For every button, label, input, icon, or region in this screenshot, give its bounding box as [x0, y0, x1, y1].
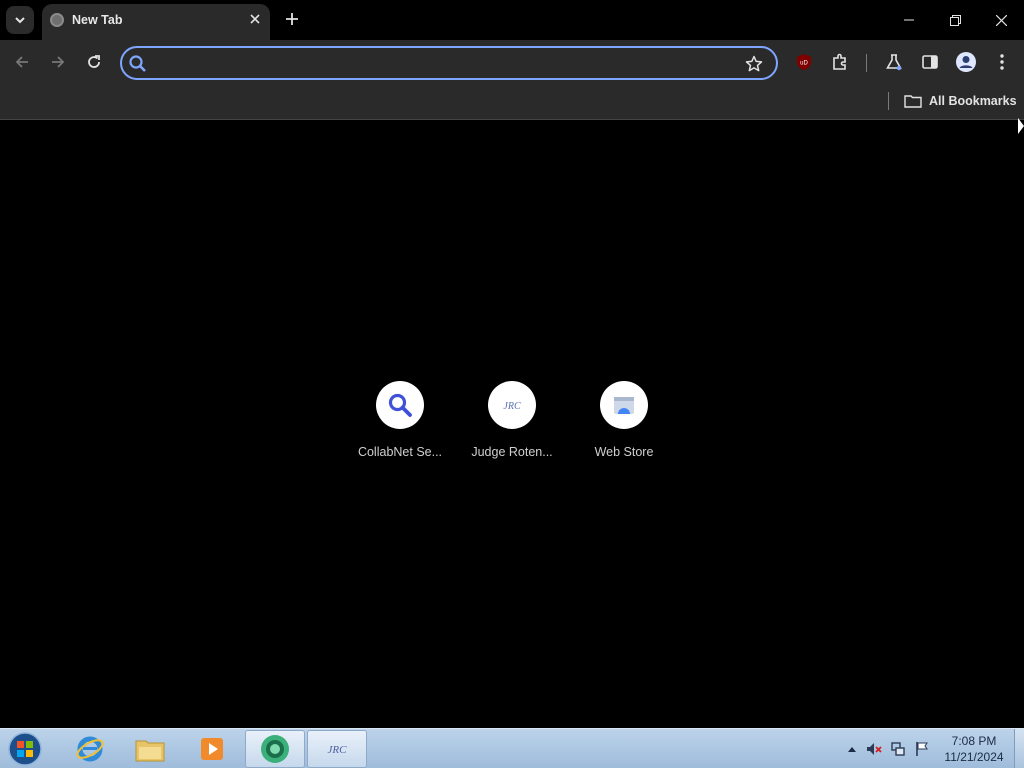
jrc-app-icon: JRC	[328, 744, 348, 756]
avatar-icon	[956, 52, 976, 72]
more-vertical-icon	[1000, 54, 1004, 70]
bookmark-star-button[interactable]	[742, 52, 766, 76]
profile-button[interactable]	[954, 50, 978, 74]
taskbar-file-explorer[interactable]	[120, 730, 180, 768]
taskbar-jrc-app[interactable]: JRC	[307, 730, 367, 768]
shortcut-collabnet[interactable]: CollabNet Se...	[344, 381, 456, 471]
tab-strip: New Tab	[0, 0, 1024, 40]
close-icon	[995, 14, 1007, 26]
arrow-left-icon	[15, 56, 28, 68]
shortcut-web-store[interactable]: Web Store	[568, 381, 680, 471]
tab-search-button[interactable]	[6, 6, 34, 34]
taskbar-media-player[interactable]	[182, 730, 242, 768]
triangle-up-icon	[848, 747, 856, 752]
labs-button[interactable]	[882, 50, 906, 74]
tab-new-tab[interactable]: New Tab	[42, 4, 270, 40]
media-player-icon	[201, 738, 223, 760]
arrow-right-icon	[52, 56, 65, 68]
minimize-icon	[904, 19, 914, 21]
extensions-button[interactable]	[828, 50, 852, 74]
search-icon	[129, 55, 146, 72]
mouse-cursor	[1018, 118, 1024, 134]
bookmarks-separator	[888, 92, 889, 110]
jrc-app-text: JRC	[328, 744, 348, 756]
reload-button[interactable]	[80, 48, 108, 76]
address-input[interactable]	[154, 52, 734, 74]
tab-title: New Tab	[72, 13, 123, 27]
tray-network[interactable]	[890, 741, 906, 757]
chevron-down-icon	[15, 17, 25, 24]
new-tab-page: CollabNet Se... JRC Judge Roten... Web S…	[0, 121, 1024, 728]
minimize-button[interactable]	[886, 0, 932, 40]
close-icon	[250, 14, 260, 24]
taskbar: JRC 7:08 PM 11/21/2024	[0, 728, 1024, 768]
globe-icon	[50, 13, 64, 27]
shortcut-icon-container	[376, 381, 424, 429]
network-icon	[891, 742, 905, 756]
jrc-logo-text: JRC	[503, 401, 521, 412]
tray-overflow-button[interactable]	[844, 741, 860, 757]
shortcut-label: Web Store	[594, 445, 654, 459]
star-icon	[745, 55, 763, 72]
taskbar-clock[interactable]: 7:08 PM 11/21/2024	[938, 733, 1010, 765]
taskbar-internet-explorer[interactable]	[60, 730, 120, 768]
clock-date: 11/21/2024	[944, 750, 1004, 764]
flask-icon	[886, 54, 902, 71]
chrome-icon	[261, 735, 289, 763]
side-panel-button[interactable]	[918, 50, 942, 74]
web-store-icon	[614, 397, 634, 414]
ublock-badge-text: uD	[800, 61, 808, 67]
show-desktop-button[interactable]	[1014, 729, 1024, 768]
menu-button[interactable]	[990, 50, 1014, 74]
reload-icon	[88, 55, 100, 68]
folder-icon	[904, 95, 922, 108]
shortcut-label: CollabNet Se...	[357, 445, 443, 459]
close-window-button[interactable]	[978, 0, 1024, 40]
shortcut-label: Judge Roten...	[471, 445, 553, 459]
all-bookmarks-label: All Bookmarks	[929, 94, 1017, 108]
toolbar-separator	[866, 54, 867, 72]
side-panel-icon	[922, 55, 938, 69]
taskbar-chrome[interactable]	[245, 730, 305, 768]
shortcut-judge-roten[interactable]: JRC Judge Roten...	[456, 381, 568, 471]
jrc-logo-icon: JRC	[503, 401, 521, 412]
windows-logo-icon	[8, 732, 42, 766]
address-bar[interactable]	[120, 46, 778, 80]
forward-button[interactable]	[44, 48, 72, 76]
file-explorer-icon	[135, 740, 165, 762]
tab-close-button[interactable]	[246, 10, 264, 28]
volume-muted-icon	[867, 743, 882, 755]
tray-action-center[interactable]	[914, 741, 930, 757]
shortcut-icon-container	[600, 381, 648, 429]
ublock-extension-button[interactable]: uD	[792, 50, 816, 74]
shortcut-icon-container: JRC	[488, 381, 536, 429]
back-button[interactable]	[8, 48, 36, 76]
new-tab-button[interactable]	[280, 7, 304, 31]
flag-icon	[916, 742, 928, 756]
clock-time: 7:08 PM	[951, 734, 997, 748]
restore-button[interactable]	[932, 0, 978, 40]
bookmarks-bar: All Bookmarks	[0, 84, 1024, 120]
search-icon	[388, 393, 412, 417]
restore-icon	[949, 14, 961, 26]
ublock-icon: uD	[797, 54, 811, 70]
internet-explorer-icon	[76, 736, 104, 762]
plus-icon	[286, 13, 298, 25]
puzzle-icon	[833, 53, 846, 70]
start-button[interactable]	[6, 731, 44, 767]
tray-volume[interactable]	[866, 741, 882, 757]
toolbar: uD	[0, 40, 1024, 84]
all-bookmarks-button[interactable]: All Bookmarks	[904, 90, 1017, 112]
